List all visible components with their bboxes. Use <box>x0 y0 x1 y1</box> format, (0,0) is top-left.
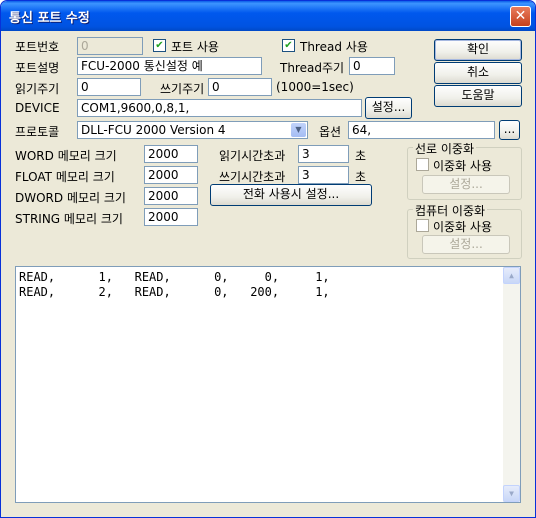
write-timeout-input[interactable]: 3 <box>298 166 349 184</box>
float-memory-label: FLOAT 메모리 크기 <box>15 170 115 184</box>
port-use-label: 포트 사용 <box>171 40 219 54</box>
line-redundancy-settings-button[interactable]: 설정... <box>422 175 510 194</box>
option-input[interactable]: 64, <box>348 121 495 139</box>
thread-period-input[interactable]: 0 <box>349 57 395 75</box>
read-timeout-label: 읽기시간초과 <box>219 149 286 163</box>
port-description-label: 포트설명 <box>15 61 60 75</box>
script-content: READ, 1, READ, 0, 0, 1, READ, 2, READ, 0… <box>19 270 330 299</box>
protocol-select[interactable]: DLL-FCU 2000 Version 4 ▼ <box>77 121 308 139</box>
thread-use-label: Thread 사용 <box>300 40 368 54</box>
read-timeout-unit: 초 <box>355 149 367 163</box>
computer-redundancy-checkbox[interactable] <box>416 219 429 232</box>
string-memory-input[interactable]: 2000 <box>144 208 198 226</box>
write-timeout-unit: 초 <box>355 170 367 184</box>
protocol-selected-value: DLL-FCU 2000 Version 4 <box>81 123 226 137</box>
cancel-button[interactable]: 취소 <box>434 62 522 84</box>
protocol-label: 프로토콜 <box>15 125 60 139</box>
string-memory-label: STRING 메모리 크기 <box>15 212 123 226</box>
word-memory-input[interactable]: 2000 <box>144 145 198 163</box>
option-label: 옵션 <box>319 125 342 139</box>
thread-period-label: Thread주기 <box>280 61 345 75</box>
vertical-scrollbar[interactable]: ▲ ▼ <box>503 267 520 502</box>
device-input[interactable]: COM1,9600,0,8,1, <box>77 99 362 117</box>
read-period-input[interactable]: 0 <box>77 78 141 96</box>
script-textarea[interactable]: READ, 1, READ, 0, 0, 1, READ, 2, READ, 0… <box>15 266 521 503</box>
read-timeout-input[interactable]: 3 <box>298 145 349 163</box>
line-redundancy-use-label: 이중화 사용 <box>433 159 493 173</box>
write-timeout-label: 쓰기시간초과 <box>219 170 286 184</box>
chevron-down-icon[interactable]: ▼ <box>291 123 306 137</box>
line-redundancy-checkbox[interactable] <box>416 158 429 171</box>
close-button[interactable]: ✕ <box>510 6 531 27</box>
port-number-field: 0 <box>77 37 143 55</box>
dialog-window: 통신 포트 수정 ✕ 포트번호 0 ✔ 포트 사용 ✔ Thread 사용 포트… <box>0 0 536 518</box>
port-use-checkbox[interactable]: ✔ <box>153 39 166 52</box>
line-redundancy-title: 선로 이중화 <box>413 140 477 157</box>
read-period-label: 읽기주기 <box>15 82 60 96</box>
scroll-down-icon[interactable]: ▼ <box>503 485 520 502</box>
ok-button[interactable]: 확인 <box>434 39 522 61</box>
float-memory-input[interactable]: 2000 <box>144 166 198 184</box>
phone-settings-button[interactable]: 전화 사용시 설정... <box>210 184 372 206</box>
port-number-label: 포트번호 <box>15 40 60 54</box>
dword-memory-label: DWORD 메모리 크기 <box>15 191 126 205</box>
thread-use-checkbox[interactable]: ✔ <box>282 39 295 52</box>
help-button[interactable]: 도움말 <box>434 85 522 107</box>
scroll-up-icon[interactable]: ▲ <box>503 267 520 284</box>
dword-memory-input[interactable]: 2000 <box>144 187 198 205</box>
device-settings-button[interactable]: 설정... <box>365 97 412 119</box>
port-description-input[interactable]: FCU-2000 통신설정 예 <box>77 57 262 75</box>
computer-redundancy-settings-button[interactable]: 설정... <box>422 235 510 254</box>
option-browse-button[interactable]: ... <box>499 120 520 140</box>
period-unit-label: (1000=1sec) <box>276 80 354 94</box>
word-memory-label: WORD 메모리 크기 <box>15 149 117 163</box>
write-period-label: 쓰기주기 <box>160 82 205 96</box>
device-label: DEVICE <box>15 101 60 115</box>
computer-redundancy-title: 컴퓨터 이중화 <box>413 202 488 219</box>
window-title: 통신 포트 수정 <box>9 11 90 26</box>
write-period-input[interactable]: 0 <box>208 78 272 96</box>
computer-redundancy-use-label: 이중화 사용 <box>433 220 493 234</box>
title-bar[interactable]: 통신 포트 수정 ✕ <box>1 1 535 31</box>
